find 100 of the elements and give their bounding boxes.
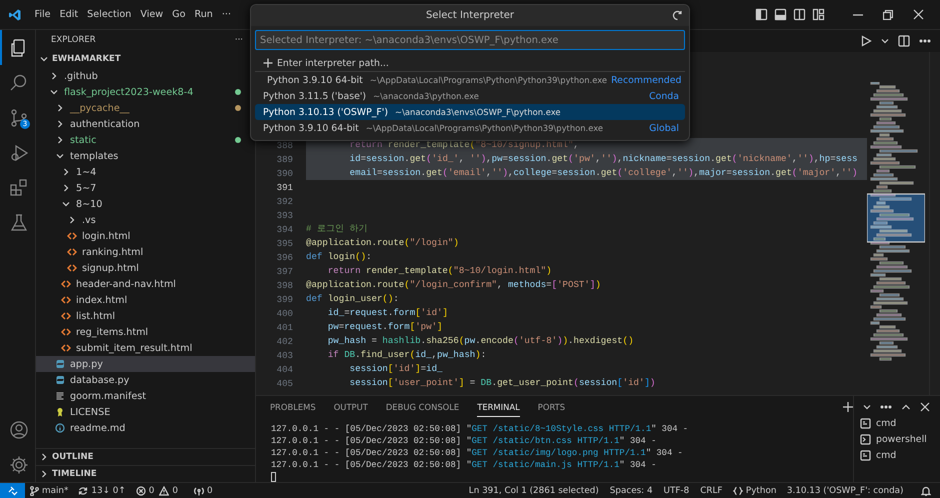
explorer-file[interactable]: LICENSE bbox=[36, 404, 255, 420]
interpreter-option[interactable]: Python 3.11.5 ('base') ~\anaconda3\python.exe Conda bbox=[255, 88, 685, 104]
code-line: @application.route("/login_confirm", methods=['POST']) bbox=[306, 278, 602, 292]
menu-item[interactable]: Run bbox=[190, 6, 218, 23]
workspace-folder[interactable]: EWHAMARKET bbox=[36, 50, 255, 68]
interpreter-option[interactable]: Python 3.9.10 64-bit ~\AppData\Local\Programs\Python\Python39\python.exe Recommended bbox=[255, 71, 685, 88]
explorer-file[interactable]: index.html bbox=[36, 292, 255, 308]
chevron-icon[interactable] bbox=[39, 54, 49, 64]
chevron-icon[interactable] bbox=[67, 215, 77, 225]
explorer-folder[interactable]: flask_project2023-week8-4 bbox=[36, 84, 255, 100]
dropdown-chevron-icon[interactable] bbox=[863, 403, 871, 411]
explorer-file[interactable]: header-and-nav.html bbox=[36, 276, 255, 292]
close-icon[interactable] bbox=[920, 402, 930, 412]
chevron-icon[interactable] bbox=[39, 452, 49, 462]
menu-item[interactable]: ··· bbox=[217, 6, 236, 23]
explorer-folder[interactable]: .github bbox=[36, 68, 255, 84]
explorer-folder[interactable]: static bbox=[36, 132, 255, 148]
search-icon[interactable] bbox=[8, 72, 28, 92]
app-logo-icon[interactable] bbox=[8, 8, 22, 22]
run-icon[interactable] bbox=[860, 35, 872, 47]
status-item[interactable]: Ln 391, Col 1 (2861 selected) bbox=[463, 483, 604, 498]
sync-button[interactable]: 13↓ 0↑ bbox=[73, 483, 131, 498]
source-control-icon[interactable] bbox=[8, 108, 28, 128]
chevron-icon[interactable] bbox=[39, 469, 49, 479]
new-terminal-icon[interactable] bbox=[842, 401, 854, 413]
more-actions-button[interactable]: ··· bbox=[234, 35, 243, 45]
explorer-folder[interactable]: .vs bbox=[36, 212, 255, 228]
section-header[interactable]: OUTLINE bbox=[36, 448, 255, 465]
customize-layout-icon[interactable] bbox=[812, 8, 825, 21]
panel-tab[interactable]: PROBLEMS bbox=[270, 398, 316, 416]
explorer-file[interactable]: submit_item_result.html bbox=[36, 340, 255, 356]
maximize-chevron-icon[interactable] bbox=[901, 402, 911, 412]
explorer-folder[interactable]: 8~10 bbox=[36, 196, 255, 212]
explorer-file[interactable]: login.html bbox=[36, 228, 255, 244]
menu-item[interactable]: Selection bbox=[82, 6, 136, 23]
run-debug-icon[interactable] bbox=[8, 142, 28, 162]
close-icon[interactable] bbox=[912, 9, 924, 20]
split-editor-icon[interactable] bbox=[898, 35, 910, 47]
chevron-icon[interactable] bbox=[61, 167, 71, 177]
terminal-item[interactable]: cmd bbox=[854, 447, 940, 463]
status-item[interactable]: 3.10.13 ('OSWP_F': conda) bbox=[781, 483, 909, 498]
explorer-folder[interactable]: __pycache__ bbox=[36, 100, 255, 116]
terminal-line: 127.0.0.1 - - [05/Dec/2023 02:50:08] "GET /static/img/logo.png HTTP/1.1" 304 - bbox=[271, 447, 684, 459]
lines-file-icon bbox=[55, 391, 65, 401]
warnings-button[interactable]: 0 bbox=[154, 483, 183, 498]
code-line: # 로그인 하기 bbox=[306, 222, 368, 236]
explorer-file[interactable]: database.py bbox=[36, 372, 255, 388]
explorer-file[interactable]: ranking.html bbox=[36, 244, 255, 260]
search-field[interactable]: Selected Interpreter: ~\anaconda3\envs\OSWP_F\python.exe bbox=[255, 30, 685, 50]
menu-item[interactable]: File bbox=[30, 6, 56, 23]
menu-item[interactable]: View bbox=[136, 6, 168, 23]
account-icon[interactable] bbox=[8, 420, 28, 440]
status-item[interactable]: UTF-8 bbox=[658, 483, 695, 498]
chevron-icon[interactable] bbox=[49, 71, 59, 81]
extensions-icon[interactable] bbox=[8, 178, 28, 198]
chevron-icon[interactable] bbox=[55, 151, 65, 161]
chevron-icon[interactable] bbox=[55, 135, 65, 145]
explorer-folder[interactable]: 5~7 bbox=[36, 180, 255, 196]
explorer-file[interactable]: list.html bbox=[36, 308, 255, 324]
explorer-file[interactable]: app.py bbox=[36, 356, 255, 372]
toggle-panel-icon[interactable] bbox=[774, 8, 787, 21]
explorer-folder[interactable]: 1~4 bbox=[36, 164, 255, 180]
explorer-file[interactable]: goorm.manifest bbox=[36, 388, 255, 404]
warning-icon bbox=[159, 486, 170, 496]
chevron-icon[interactable] bbox=[61, 199, 71, 209]
panel-tab[interactable]: OUTPUT bbox=[334, 398, 368, 416]
menu-item[interactable]: Edit bbox=[55, 6, 83, 23]
interpreter-option[interactable]: Python 3.9.10 64-bit ~\AppData\Local\Programs\Python\Python39\python.exe Global bbox=[255, 120, 685, 136]
chevron-icon[interactable] bbox=[61, 183, 71, 193]
explorer-folder[interactable]: templates bbox=[36, 148, 255, 164]
settings-gear-icon[interactable] bbox=[8, 454, 28, 474]
explorer-file[interactable]: reg_items.html bbox=[36, 324, 255, 340]
toggle-sidebar-icon[interactable] bbox=[755, 8, 768, 21]
explorer-file[interactable]: readme.md bbox=[36, 420, 255, 436]
status-item[interactable]: Spaces: 4 bbox=[604, 483, 658, 498]
branch-button[interactable]: main* bbox=[25, 483, 74, 498]
explorer-folder[interactable]: authentication bbox=[36, 116, 255, 132]
terminal-item[interactable]: cmd bbox=[854, 415, 940, 431]
menu-item[interactable]: Go bbox=[168, 6, 190, 23]
language-button[interactable]: Python bbox=[728, 483, 782, 498]
terminal-item[interactable]: powershell bbox=[854, 431, 940, 447]
panel-tab[interactable]: PORTS bbox=[538, 398, 566, 416]
status-item[interactable]: CRLF bbox=[694, 483, 728, 498]
testing-flask-icon[interactable] bbox=[8, 212, 28, 232]
errors-button[interactable]: 0 bbox=[130, 483, 154, 498]
chevron-icon[interactable] bbox=[55, 103, 65, 113]
interpreter-option[interactable]: Python 3.10.13 ('OSWP_F') ~\anaconda3\envs\OSWP_F\python.exe bbox=[255, 104, 685, 120]
panel-tab[interactable]: DEBUG CONSOLE bbox=[386, 398, 460, 416]
panel-tab[interactable]: TERMINAL bbox=[477, 398, 520, 416]
ports-button[interactable]: 0 bbox=[188, 483, 218, 498]
toggle-secondary-sidebar-icon[interactable] bbox=[793, 8, 806, 21]
remote-button[interactable] bbox=[0, 483, 25, 498]
notifications-bell-icon[interactable] bbox=[921, 486, 931, 496]
explorer-file[interactable]: signup.html bbox=[36, 260, 255, 276]
dropdown-chevron-icon[interactable] bbox=[881, 37, 889, 45]
refresh-icon[interactable] bbox=[672, 10, 683, 21]
interpreter-option[interactable]: Enter interpreter path... bbox=[255, 55, 685, 71]
chevron-icon[interactable] bbox=[49, 87, 59, 97]
chevron-icon[interactable] bbox=[55, 119, 65, 129]
restore-icon[interactable] bbox=[883, 10, 893, 20]
